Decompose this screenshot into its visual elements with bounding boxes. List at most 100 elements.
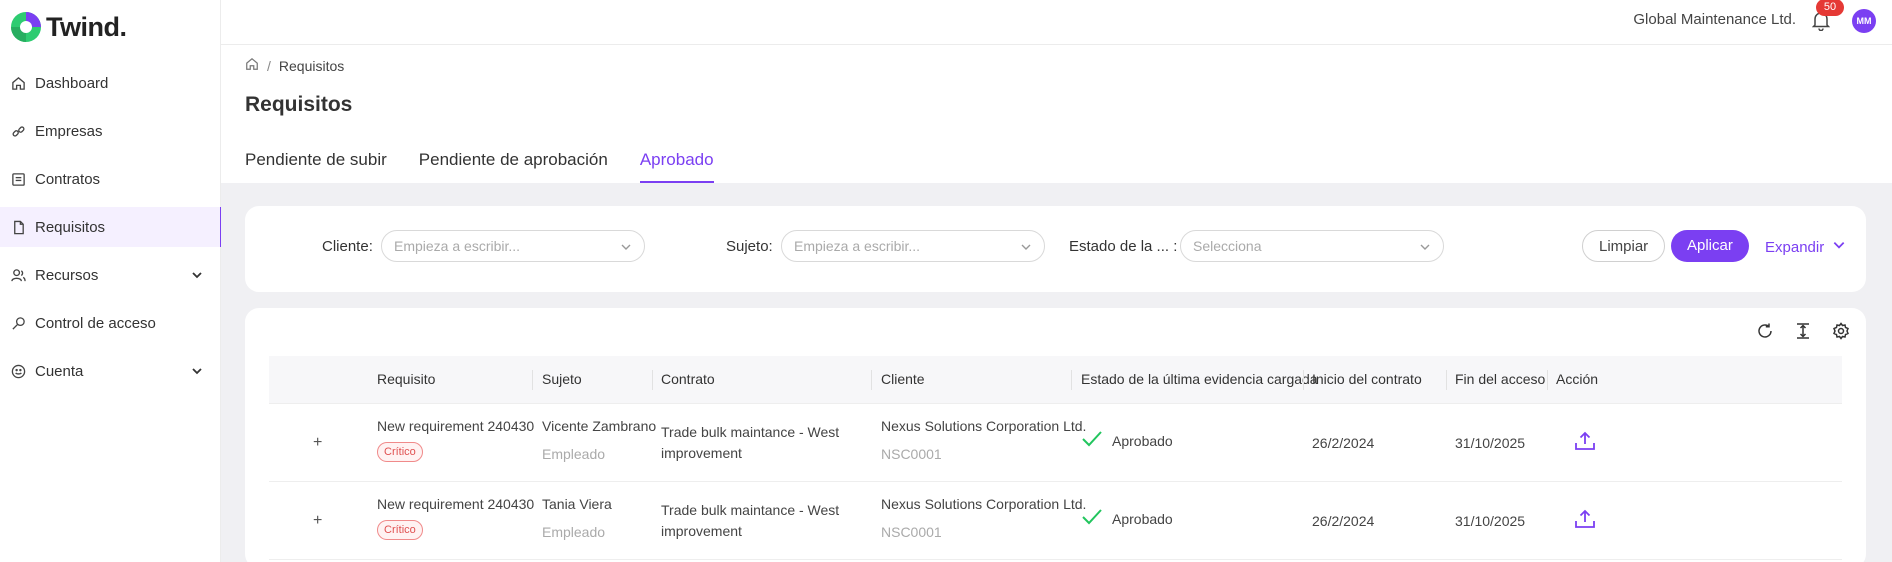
status-text: Aprobado bbox=[1112, 432, 1173, 449]
subject-role: Empleado bbox=[542, 524, 606, 540]
sidebar-item-control-acceso[interactable]: Control de acceso bbox=[0, 303, 221, 343]
requirement-cell: New requirement 240430 Crítico bbox=[377, 496, 534, 540]
column-divider bbox=[1446, 370, 1447, 390]
filter-estado-label: Estado de la ... : bbox=[1069, 238, 1178, 255]
expand-row-icon[interactable]: + bbox=[313, 434, 322, 452]
expand-label: Expandir bbox=[1765, 238, 1825, 256]
sidebar-item-empresas[interactable]: Empresas bbox=[0, 111, 221, 151]
notification-badge: 50 bbox=[1816, 0, 1844, 16]
estado-placeholder: Selecciona bbox=[1193, 238, 1262, 254]
home-icon[interactable] bbox=[245, 57, 259, 74]
client-name: Nexus Solutions Corporation Ltd. bbox=[881, 418, 1087, 434]
status-text: Aprobado bbox=[1112, 510, 1173, 527]
status-cell: Aprobado bbox=[1081, 508, 1173, 529]
smile-icon bbox=[10, 363, 26, 379]
end-date: 31/10/2025 bbox=[1455, 513, 1526, 529]
page-title: Requisitos bbox=[245, 93, 353, 116]
sujeto-placeholder: Empieza a escribir... bbox=[794, 238, 921, 254]
refresh-icon[interactable] bbox=[1756, 322, 1774, 340]
company-name[interactable]: Global Maintenance Ltd. bbox=[1633, 11, 1796, 28]
sidebar-item-contratos[interactable]: Contratos bbox=[0, 159, 221, 199]
column-header[interactable]: Sujeto bbox=[542, 371, 582, 387]
client-cell: Nexus Solutions Corporation Ltd. NSC0001 bbox=[881, 418, 1086, 462]
sidebar-item-recursos[interactable]: Recursos bbox=[0, 255, 221, 295]
column-divider bbox=[871, 370, 872, 390]
column-divider bbox=[532, 370, 533, 390]
tab-pendiente-subir[interactable]: Pendiente de subir bbox=[245, 150, 387, 183]
column-divider bbox=[1303, 370, 1304, 390]
client-name: Nexus Solutions Corporation Ltd. bbox=[881, 496, 1087, 512]
column-header[interactable]: Fin del acceso bbox=[1455, 371, 1545, 387]
chevron-down-icon bbox=[1419, 240, 1431, 256]
column-divider bbox=[652, 370, 653, 390]
home-icon bbox=[10, 75, 26, 91]
tab-aprobado[interactable]: Aprobado bbox=[639, 150, 714, 183]
page-header: / Requisitos Requisitos Pendiente de sub… bbox=[221, 45, 1892, 183]
sidebar-item-dashboard[interactable]: Dashboard bbox=[0, 63, 221, 103]
brand-logo[interactable]: Twind. bbox=[10, 11, 127, 43]
sidebar-item-label: Cuenta bbox=[35, 362, 84, 380]
users-icon bbox=[10, 267, 26, 283]
top-bar: Global Maintenance Ltd. 50 MM bbox=[221, 0, 1892, 45]
column-divider bbox=[1071, 370, 1072, 390]
avatar[interactable]: MM bbox=[1852, 9, 1876, 33]
requirement-name[interactable]: New requirement 240430 bbox=[377, 496, 534, 512]
upload-icon[interactable] bbox=[1574, 430, 1596, 455]
filter-panel: Cliente: Empieza a escribir... Sujeto: E… bbox=[245, 206, 1866, 292]
settings-icon[interactable] bbox=[1832, 322, 1850, 340]
contract-cell: Trade bulk maintance - West improvement bbox=[661, 422, 839, 464]
contract-line-2: improvement bbox=[661, 445, 742, 461]
start-date: 26/2/2024 bbox=[1312, 513, 1375, 529]
sidebar-item-label: Recursos bbox=[35, 266, 99, 284]
status-cell: Aprobado bbox=[1081, 430, 1173, 451]
sidebar-item-requisitos[interactable]: Requisitos bbox=[0, 207, 222, 247]
column-header[interactable]: Estado de la última evidencia cargada bbox=[1081, 371, 1318, 387]
subject-role: Empleado bbox=[542, 446, 606, 462]
cliente-select[interactable]: Empieza a escribir... bbox=[381, 230, 645, 262]
column-header[interactable]: Inicio del contrato bbox=[1312, 371, 1422, 387]
breadcrumb-current: Requisitos bbox=[278, 57, 345, 74]
subject-cell: Tania Viera Empleado bbox=[542, 496, 612, 540]
column-header[interactable]: Acción bbox=[1556, 371, 1598, 387]
sidebar-nav: Dashboard Empresas Contratos Requisitos … bbox=[0, 63, 222, 399]
upload-icon[interactable] bbox=[1574, 508, 1596, 533]
column-height-icon[interactable] bbox=[1794, 322, 1812, 340]
column-header[interactable]: Cliente bbox=[881, 371, 925, 387]
subject-name: Vicente Zambrano bbox=[542, 418, 657, 434]
start-date: 26/2/2024 bbox=[1312, 435, 1375, 451]
sidebar-item-label: Dashboard bbox=[35, 74, 109, 92]
contract-line-2: improvement bbox=[661, 523, 742, 539]
chevron-down-icon bbox=[1832, 238, 1846, 256]
sidebar-item-cuenta[interactable]: Cuenta bbox=[0, 351, 221, 391]
critical-badge: Crítico bbox=[377, 520, 423, 540]
sujeto-select[interactable]: Empieza a escribir... bbox=[781, 230, 1045, 262]
brand-name: Twind. bbox=[46, 11, 127, 42]
expand-row-icon[interactable]: + bbox=[313, 512, 322, 530]
end-date: 31/10/2025 bbox=[1455, 435, 1526, 451]
filter-cliente-label: Cliente: bbox=[322, 238, 373, 255]
table-row: + New requirement 240430 Crítico Vicente… bbox=[269, 404, 1842, 482]
critical-badge: Crítico bbox=[377, 442, 423, 462]
chevron-down-icon[interactable] bbox=[191, 268, 203, 285]
contract-cell: Trade bulk maintance - West improvement bbox=[661, 500, 839, 542]
expand-button[interactable]: Expandir bbox=[1765, 238, 1846, 256]
subject-name: Tania Viera bbox=[542, 496, 612, 512]
apply-button[interactable]: Aplicar bbox=[1671, 230, 1749, 262]
requirement-name[interactable]: New requirement 240430 bbox=[377, 418, 534, 434]
key-icon bbox=[10, 315, 26, 331]
clear-button[interactable]: Limpiar bbox=[1582, 230, 1666, 262]
contract-line-1: Trade bulk maintance - West bbox=[661, 502, 840, 518]
filter-sujeto-label: Sujeto: bbox=[726, 238, 773, 255]
breadcrumb: / Requisitos bbox=[245, 57, 344, 74]
column-header[interactable]: Requisito bbox=[377, 371, 435, 387]
column-divider bbox=[1547, 370, 1548, 390]
chevron-down-icon[interactable] bbox=[191, 364, 203, 381]
sidebar-item-label: Requisitos bbox=[35, 218, 106, 236]
contract-icon bbox=[10, 171, 26, 187]
logo-mark-icon bbox=[10, 11, 42, 43]
estado-select[interactable]: Selecciona bbox=[1180, 230, 1444, 262]
column-header[interactable]: Contrato bbox=[661, 371, 715, 387]
tab-pendiente-aprobacion[interactable]: Pendiente de aprobación bbox=[419, 150, 608, 183]
client-code: NSC0001 bbox=[881, 524, 942, 540]
subject-cell: Vicente Zambrano Empleado bbox=[542, 418, 656, 462]
